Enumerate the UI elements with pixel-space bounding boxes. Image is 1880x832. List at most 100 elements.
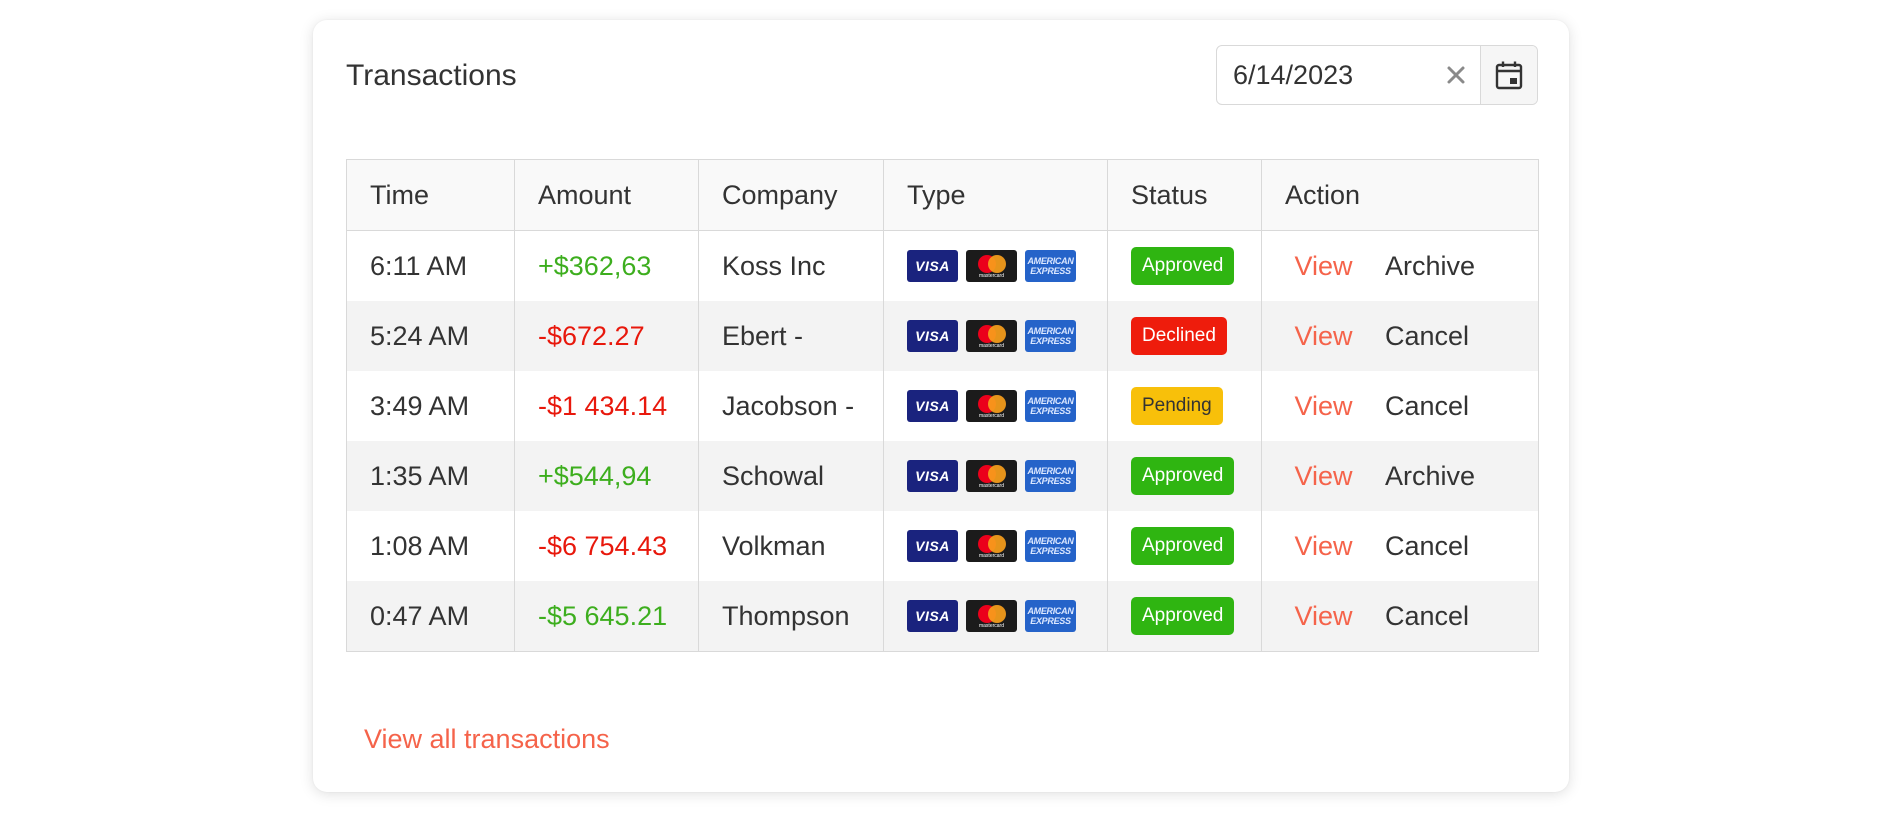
card-logos: VISA mastercard AMERICAN EXPRESS <box>907 231 1107 301</box>
action-cell: View Cancel <box>1261 511 1539 581</box>
status-badge: Approved <box>1131 457 1235 495</box>
time-cell: 1:35 AM <box>346 441 515 511</box>
view-link[interactable]: View <box>1263 391 1386 422</box>
view-link[interactable]: View <box>1263 321 1386 352</box>
cancel-link[interactable]: Cancel <box>1385 601 1469 632</box>
type-cell: VISA mastercard AMERICAN EXPRESS <box>883 581 1108 652</box>
view-all-transactions-link[interactable]: View all transactions <box>364 724 610 755</box>
clear-date-button[interactable] <box>1432 46 1480 104</box>
date-picker[interactable] <box>1216 45 1538 105</box>
archive-link[interactable]: Archive <box>1385 251 1475 282</box>
action-cell: View Cancel <box>1261 371 1539 441</box>
cancel-link[interactable]: Cancel <box>1385 391 1469 422</box>
card-logos: VISA mastercard AMERICAN EXPRESS <box>907 371 1107 441</box>
status-cell: Pending <box>1107 371 1262 441</box>
visa-icon: VISA <box>907 390 958 422</box>
card-logos: VISA mastercard AMERICAN EXPRESS <box>907 301 1107 371</box>
view-link[interactable]: View <box>1263 461 1386 492</box>
amount-cell: -$6 754.43 <box>514 511 699 581</box>
calendar-icon <box>1495 61 1523 90</box>
status-badge: Declined <box>1131 317 1227 355</box>
company-cell: Schowal <box>698 441 884 511</box>
type-cell: VISA mastercard AMERICAN EXPRESS <box>883 371 1108 441</box>
mastercard-icon: mastercard <box>966 460 1017 492</box>
close-icon <box>1447 66 1465 84</box>
table-row: 6:11 AM +$362,63 Koss Inc VISA mastercar… <box>346 230 1539 301</box>
mastercard-icon: mastercard <box>966 390 1017 422</box>
column-header-status[interactable]: Status <box>1107 159 1262 231</box>
time-cell: 1:08 AM <box>346 511 515 581</box>
amount-cell: +$544,94 <box>514 441 699 511</box>
company-cell: Volkman <box>698 511 884 581</box>
transactions-table-wrapper: Time Amount Company Type Status Action 6… <box>346 159 1539 652</box>
transactions-table-body: 6:11 AM +$362,63 Koss Inc VISA mastercar… <box>346 230 1539 652</box>
type-cell: VISA mastercard AMERICAN EXPRESS <box>883 301 1108 371</box>
action-cell: View Archive <box>1261 441 1539 511</box>
status-badge: Pending <box>1131 387 1223 425</box>
status-badge: Approved <box>1131 247 1235 285</box>
amount-cell: -$672.27 <box>514 301 699 371</box>
visa-icon: VISA <box>907 460 958 492</box>
calendar-button[interactable] <box>1480 46 1537 104</box>
action-cell: View Archive <box>1261 230 1539 301</box>
table-row: 5:24 AM -$672.27 Ebert - VISA mastercard… <box>346 301 1539 371</box>
visa-icon: VISA <box>907 600 958 632</box>
view-link[interactable]: View <box>1263 531 1386 562</box>
table-header-row: Time Amount Company Type Status Action <box>346 159 1539 231</box>
amount-cell: +$362,63 <box>514 230 699 301</box>
company-cell: Ebert - <box>698 301 884 371</box>
cancel-link[interactable]: Cancel <box>1385 531 1469 562</box>
table-row: 1:08 AM -$6 754.43 Volkman VISA masterca… <box>346 511 1539 581</box>
type-cell: VISA mastercard AMERICAN EXPRESS <box>883 441 1108 511</box>
card-logos: VISA mastercard AMERICAN EXPRESS <box>907 441 1107 511</box>
table-row: 0:47 AM -$5 645.21 Thompson VISA masterc… <box>346 581 1539 652</box>
card-logos: VISA mastercard AMERICAN EXPRESS <box>907 511 1107 581</box>
view-link[interactable]: View <box>1263 601 1386 632</box>
date-input[interactable] <box>1217 46 1432 104</box>
amex-icon: AMERICAN EXPRESS <box>1025 530 1076 562</box>
amount-cell: -$1 434.14 <box>514 371 699 441</box>
amex-icon: AMERICAN EXPRESS <box>1025 460 1076 492</box>
amex-icon: AMERICAN EXPRESS <box>1025 250 1076 282</box>
time-cell: 6:11 AM <box>346 230 515 301</box>
amex-icon: AMERICAN EXPRESS <box>1025 320 1076 352</box>
visa-icon: VISA <box>907 320 958 352</box>
time-cell: 0:47 AM <box>346 581 515 652</box>
company-cell: Thompson <box>698 581 884 652</box>
action-cell: View Cancel <box>1261 301 1539 371</box>
time-cell: 3:49 AM <box>346 371 515 441</box>
status-cell: Approved <box>1107 441 1262 511</box>
table-row: 3:49 AM -$1 434.14 Jacobson - VISA maste… <box>346 371 1539 441</box>
column-header-time[interactable]: Time <box>346 159 515 231</box>
mastercard-icon: mastercard <box>966 600 1017 632</box>
card-logos: VISA mastercard AMERICAN EXPRESS <box>907 581 1107 651</box>
amex-icon: AMERICAN EXPRESS <box>1025 600 1076 632</box>
mastercard-icon: mastercard <box>966 320 1017 352</box>
type-cell: VISA mastercard AMERICAN EXPRESS <box>883 511 1108 581</box>
transactions-card: Transactions 6/14/2023 Time Amount Compa… <box>313 20 1569 792</box>
table-row: 1:35 AM +$544,94 Schowal VISA mastercard… <box>346 441 1539 511</box>
type-cell: VISA mastercard AMERICAN EXPRESS <box>883 230 1108 301</box>
action-cell: View Cancel <box>1261 581 1539 652</box>
column-header-type[interactable]: Type <box>883 159 1108 231</box>
company-cell: Koss Inc <box>698 230 884 301</box>
status-badge: Approved <box>1131 527 1235 565</box>
column-header-action[interactable]: Action <box>1261 159 1539 231</box>
visa-icon: VISA <box>907 250 958 282</box>
visa-icon: VISA <box>907 530 958 562</box>
view-link[interactable]: View <box>1263 251 1386 282</box>
time-cell: 5:24 AM <box>346 301 515 371</box>
archive-link[interactable]: Archive <box>1385 461 1475 492</box>
cancel-link[interactable]: Cancel <box>1385 321 1469 352</box>
mastercard-icon: mastercard <box>966 250 1017 282</box>
status-cell: Approved <box>1107 511 1262 581</box>
company-cell: Jacobson - <box>698 371 884 441</box>
mastercard-icon: mastercard <box>966 530 1017 562</box>
amex-icon: AMERICAN EXPRESS <box>1025 390 1076 422</box>
amount-cell: -$5 645.21 <box>514 581 699 652</box>
status-badge: Approved <box>1131 597 1235 635</box>
status-cell: Approved <box>1107 230 1262 301</box>
column-header-amount[interactable]: Amount <box>514 159 699 231</box>
transactions-table: Time Amount Company Type Status Action 6… <box>346 159 1539 652</box>
column-header-company[interactable]: Company <box>698 159 884 231</box>
